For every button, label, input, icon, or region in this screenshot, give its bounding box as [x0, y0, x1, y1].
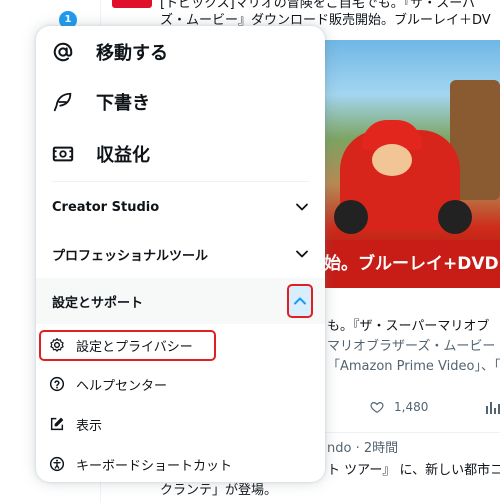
- section-professional-tools[interactable]: プロフェッショナルツール: [36, 231, 325, 277]
- tweet-text: 「Amazon Prime Video」、「: [327, 359, 500, 374]
- accessibility-icon: [49, 456, 65, 472]
- section-label: プロフェッショナルツール: [52, 248, 209, 264]
- tweet-text: [トピックス]マリオの冒険をご自宅でも。『ザ・スーパ: [160, 0, 476, 11]
- sub-item-label: キーボードショートカット: [76, 458, 233, 474]
- tweet-image[interactable]: 始。ブルーレイ+DVD: [300, 40, 500, 288]
- tweet-text: マリオブラザーズ・ムービー: [327, 339, 496, 354]
- heart-icon: [370, 402, 384, 413]
- help-circle-icon: [49, 376, 65, 392]
- image-banner-text: 始。ブルーレイ+DVD: [300, 240, 500, 288]
- menu-item-help-center[interactable]: ヘルプセンター: [36, 364, 325, 404]
- like-count: 1,480: [394, 400, 429, 414]
- sub-item-label: 表示: [76, 418, 103, 434]
- menu-item-display[interactable]: 表示: [36, 404, 325, 444]
- menu-item-keyboard-shortcuts[interactable]: キーボードショートカット: [36, 444, 325, 482]
- sub-item-label: ヘルプセンター: [76, 378, 168, 394]
- collapse-toggle[interactable]: [287, 284, 313, 318]
- feather-icon: [52, 91, 74, 113]
- edit-icon: [49, 416, 65, 432]
- menu-item-move[interactable]: 移動する: [36, 26, 325, 78]
- section-creator-studio[interactable]: Creator Studio: [36, 184, 325, 230]
- section-label: 設定とサポート: [52, 295, 144, 311]
- image-face: [372, 144, 412, 176]
- section-settings-support[interactable]: 設定とサポート: [36, 278, 325, 324]
- money-icon: [52, 143, 74, 165]
- tweet-meta: ndo · 2時間: [327, 441, 399, 456]
- tweet-text: も。『ザ・スーパーマリオブ: [327, 319, 490, 334]
- more-menu: 移動する 下書き 収益化 Creator Studio プロフェッショナルツール…: [36, 26, 325, 482]
- chevron-down-icon: [296, 250, 308, 258]
- like-stat[interactable]: 1,480: [370, 400, 428, 414]
- section-label: Creator Studio: [52, 199, 160, 215]
- avatar[interactable]: [112, 0, 152, 8]
- menu-divider: [52, 181, 309, 182]
- at-sign-icon: [52, 41, 74, 63]
- tweet-text: クランテ」が登場。: [160, 483, 278, 498]
- views-icon[interactable]: [486, 402, 500, 414]
- image-wheel: [438, 200, 472, 234]
- menu-item-label: 下書き: [96, 93, 150, 114]
- annotation-highlight: [39, 330, 216, 361]
- image-wheel: [334, 200, 368, 234]
- menu-item-drafts[interactable]: 下書き: [36, 76, 325, 128]
- tweet-text: ト ツアー』 に、新しい都市コ: [327, 463, 500, 478]
- menu-item-label: 移動する: [96, 43, 168, 64]
- menu-item-label: 収益化: [96, 145, 150, 166]
- chevron-down-icon: [296, 203, 308, 211]
- chevron-up-icon: [294, 297, 306, 305]
- menu-item-monetization[interactable]: 収益化: [36, 128, 325, 180]
